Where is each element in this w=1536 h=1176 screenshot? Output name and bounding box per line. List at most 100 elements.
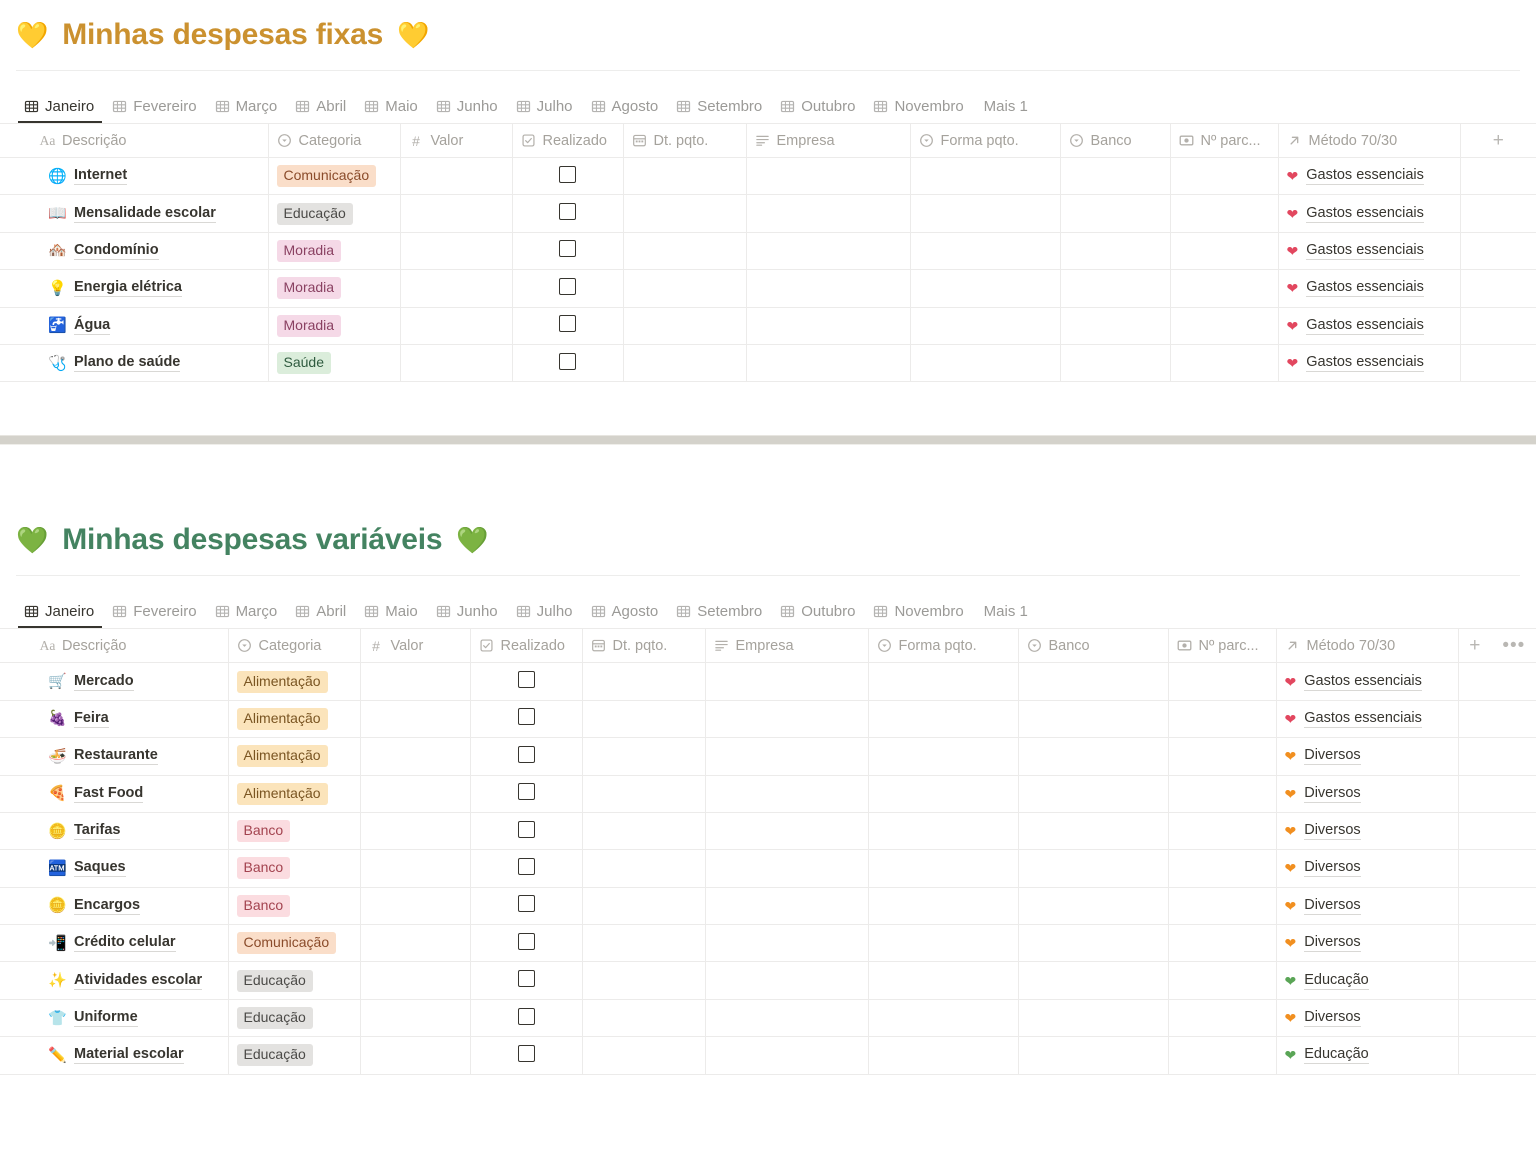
cell-no-parcelas[interactable] (1168, 924, 1277, 963)
metodo-relation-link[interactable]: Gastos essenciais (1306, 242, 1424, 260)
realizado-checkbox[interactable] (559, 240, 576, 258)
cell-forma-pqto[interactable] (868, 812, 1019, 851)
cell-valor[interactable] (360, 812, 471, 851)
realizado-checkbox[interactable] (559, 315, 576, 333)
cell-categoria[interactable]: Alimentação (228, 737, 361, 776)
table-row[interactable]: 🪙 Encargos Banco ❤ Diversos (0, 887, 1536, 926)
table-row[interactable]: 🛒 Mercado Alimentação ❤ Gastos essenciais (0, 662, 1536, 701)
cell-banco[interactable] (1018, 662, 1169, 701)
cell-metodo-7030[interactable]: ❤ Educação (1276, 1036, 1459, 1075)
cell-descricao[interactable]: 📲 Crédito celular (0, 924, 229, 963)
row-title-link[interactable]: Feira (74, 710, 109, 728)
cell-categoria[interactable]: Comunicação (268, 157, 401, 196)
cell-empresa[interactable] (705, 849, 869, 888)
cell-empresa[interactable] (746, 232, 911, 271)
row-title-link[interactable]: Restaurante (74, 747, 158, 766)
cell-no-parcelas[interactable] (1170, 194, 1279, 233)
cell-descricao[interactable]: 🏧 Saques (0, 849, 229, 888)
cell-dt-pqto[interactable] (582, 961, 706, 1000)
row-title-link[interactable]: Condomínio (74, 242, 159, 260)
metodo-relation-link[interactable]: Diversos (1304, 747, 1361, 766)
cell-descricao[interactable]: 👕 Uniforme (0, 999, 229, 1038)
cell-categoria[interactable]: Moradia (268, 232, 401, 271)
cell-valor[interactable] (360, 737, 471, 776)
cell-metodo-7030[interactable]: ❤ Diversos (1276, 812, 1459, 851)
tab-junho[interactable]: Junho (428, 94, 508, 123)
row-title-link[interactable]: Crédito celular (74, 934, 176, 953)
cell-metodo-7030[interactable]: ❤ Gastos essenciais (1278, 194, 1461, 233)
column-header-realizado[interactable]: Realizado (512, 123, 624, 158)
table-row[interactable]: 📲 Crédito celular Comunicação ❤ Diversos (0, 924, 1536, 963)
cell-metodo-7030[interactable]: ❤ Diversos (1276, 737, 1459, 776)
cell-categoria[interactable]: Educação (268, 194, 401, 233)
metodo-relation-link[interactable]: Educação (1304, 972, 1369, 990)
cell-empresa[interactable] (705, 1036, 869, 1075)
cell-no-parcelas[interactable] (1168, 1036, 1277, 1075)
metodo-relation-link[interactable]: Diversos (1304, 934, 1361, 953)
cell-forma-pqto[interactable] (910, 157, 1061, 196)
cell-realizado[interactable] (470, 961, 583, 1000)
tab-novembro[interactable]: Novembro (865, 94, 973, 123)
realizado-checkbox[interactable] (517, 932, 535, 950)
add-column-button[interactable]: + (1493, 131, 1504, 150)
column-header-descri-o[interactable]: Aa Descrição (0, 628, 229, 664)
metodo-relation-link[interactable]: Diversos (1304, 822, 1361, 841)
cell-realizado[interactable] (470, 1036, 583, 1075)
cell-realizado[interactable] (470, 849, 583, 888)
cell-categoria[interactable]: Educação (228, 1036, 361, 1075)
cell-realizado[interactable] (470, 887, 583, 926)
add-column-button[interactable]: + (1469, 636, 1480, 655)
cell-valor[interactable] (360, 849, 471, 888)
cell-descricao[interactable]: 🪙 Tarifas (0, 812, 229, 851)
metodo-relation-link[interactable]: Diversos (1304, 785, 1361, 803)
cell-no-parcelas[interactable] (1168, 737, 1277, 776)
column-header-forma-pqto[interactable]: Forma pqto. (868, 628, 1019, 664)
cell-no-parcelas[interactable] (1168, 961, 1277, 1000)
tab-agosto[interactable]: Agosto (583, 94, 669, 123)
cell-banco[interactable] (1018, 849, 1169, 888)
cell-valor[interactable] (400, 344, 513, 383)
metodo-relation-link[interactable]: Gastos essenciais (1306, 317, 1424, 335)
cell-no-parcelas[interactable] (1168, 700, 1277, 739)
tab-fevereiro[interactable]: Fevereiro (104, 94, 206, 123)
realizado-checkbox[interactable] (559, 277, 576, 295)
column-header-categoria[interactable]: Categoria (228, 628, 361, 664)
column-header-banco[interactable]: Banco (1060, 123, 1171, 158)
cell-forma-pqto[interactable] (910, 232, 1061, 271)
table-row[interactable]: 🍜 Restaurante Alimentação ❤ Diversos (0, 737, 1536, 776)
cell-banco[interactable] (1018, 887, 1169, 926)
cell-metodo-7030[interactable]: ❤ Gastos essenciais (1278, 157, 1461, 196)
tab-novembro[interactable]: Novembro (865, 599, 973, 628)
column-header-realizado[interactable]: Realizado (470, 628, 583, 664)
metodo-relation-link[interactable]: Gastos essenciais (1304, 710, 1422, 728)
cell-empresa[interactable] (705, 999, 869, 1038)
cell-forma-pqto[interactable] (868, 737, 1019, 776)
column-header-empresa[interactable]: Empresa (746, 123, 911, 158)
cell-dt-pqto[interactable] (623, 194, 747, 233)
column-header-banco[interactable]: Banco (1018, 628, 1169, 664)
cell-dt-pqto[interactable] (623, 307, 747, 345)
cell-descricao[interactable]: 🍕 Fast Food (0, 775, 229, 813)
realizado-checkbox[interactable] (517, 970, 535, 988)
cell-categoria[interactable]: Banco (228, 887, 361, 926)
cell-realizado[interactable] (470, 700, 583, 739)
row-title-link[interactable]: Encargos (74, 897, 141, 915)
metodo-relation-link[interactable]: Diversos (1304, 897, 1361, 915)
row-title-link[interactable]: Plano de saúde (74, 354, 181, 373)
table-row[interactable]: 🏧 Saques Banco ❤ Diversos (0, 849, 1536, 888)
realizado-checkbox[interactable] (517, 820, 535, 838)
cell-descricao[interactable]: 🩺 Plano de saúde (0, 344, 269, 383)
cell-valor[interactable] (400, 194, 513, 233)
cell-categoria[interactable]: Educação (228, 999, 361, 1038)
cell-banco[interactable] (1018, 700, 1169, 739)
column-header-empresa[interactable]: Empresa (705, 628, 869, 664)
column-header-dt-pqto[interactable]: Dt. pqto. (582, 628, 706, 664)
metodo-relation-link[interactable]: Diversos (1304, 1009, 1361, 1028)
tab-março[interactable]: Março (207, 599, 288, 628)
row-title-link[interactable]: Fast Food (74, 785, 144, 803)
cell-realizado[interactable] (512, 194, 624, 233)
metodo-relation-link[interactable]: Gastos essenciais (1306, 205, 1424, 223)
cell-realizado[interactable] (470, 999, 583, 1038)
table-row[interactable]: 📖 Mensalidade escolar Educação ❤ Gastos esse… (0, 194, 1536, 233)
table-row[interactable]: 🌐 Internet Comunicação ❤ Gastos essenciais (0, 157, 1536, 196)
